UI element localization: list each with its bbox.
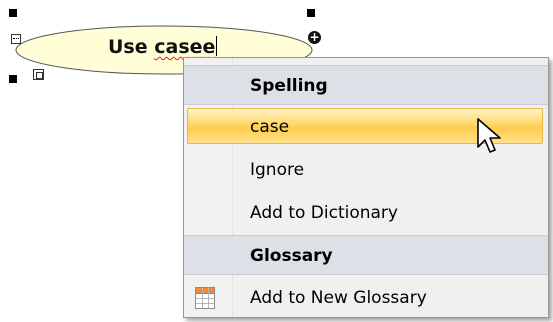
compartment-icon[interactable] bbox=[33, 69, 44, 80]
menu-section-spelling: Spelling bbox=[184, 65, 548, 105]
resize-handle-top-left[interactable] bbox=[9, 9, 17, 17]
text-caret bbox=[216, 36, 218, 56]
arrow-cursor-icon bbox=[476, 117, 506, 157]
menu-item-ignore-label: Ignore bbox=[250, 160, 305, 180]
ellipsis-icon[interactable] bbox=[11, 34, 21, 44]
use-case-name-editor[interactable]: Use casee bbox=[108, 35, 218, 59]
misspelled-word[interactable]: casee bbox=[154, 36, 215, 58]
spelling-context-menu: Spelling case Ignore Add to Dictionary G… bbox=[183, 57, 549, 318]
menu-item-add-to-dictionary[interactable]: Add to Dictionary bbox=[184, 193, 548, 233]
menu-header-glossary: Glossary bbox=[250, 246, 333, 266]
menu-item-add-to-new-glossary[interactable]: Add to New Glossary bbox=[184, 278, 548, 318]
menu-header-spelling: Spelling bbox=[250, 76, 328, 96]
menu-item-add-to-new-glossary-label: Add to New Glossary bbox=[250, 288, 427, 308]
menu-item-suggestion-label: case bbox=[250, 117, 290, 137]
resize-handle-bottom-left[interactable] bbox=[9, 75, 17, 83]
menu-section-glossary: Glossary bbox=[184, 235, 548, 275]
use-case-name-text: Use bbox=[108, 36, 155, 58]
resize-handle-top-right[interactable] bbox=[307, 9, 315, 17]
menu-item-add-to-dictionary-label: Add to Dictionary bbox=[250, 203, 398, 223]
plus-circle-icon[interactable]: + bbox=[308, 31, 321, 44]
table-grid-icon bbox=[195, 287, 215, 309]
